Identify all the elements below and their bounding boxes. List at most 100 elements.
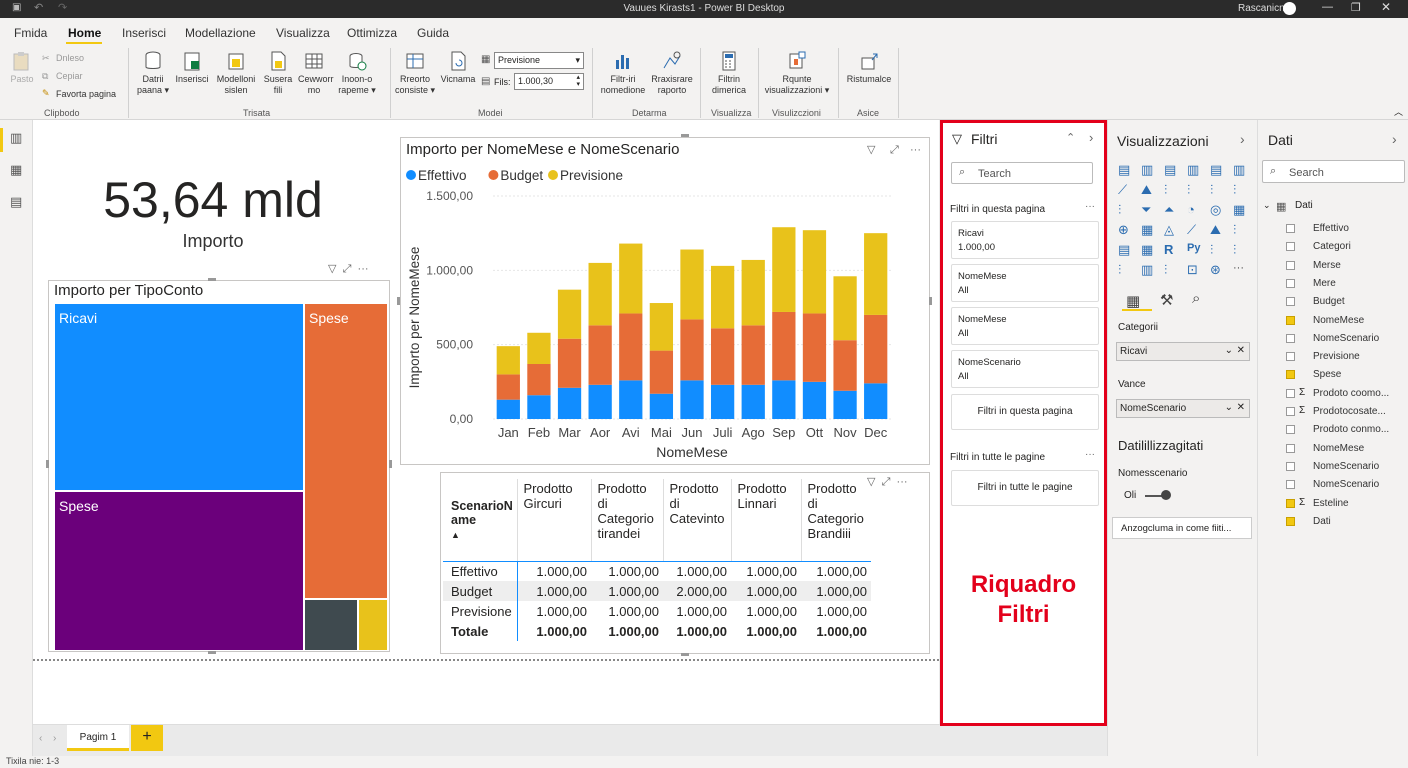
paste-button[interactable]: Pasto: [8, 50, 36, 85]
field-item[interactable]: NomeScenario: [1313, 461, 1379, 472]
field-checkbox[interactable]: [1286, 278, 1295, 288]
matrix-column-header[interactable]: Prodotto di Catevinto: [662, 479, 731, 562]
scenario-dropdown[interactable]: Previsione ▾: [494, 52, 584, 69]
resize-handle[interactable]: [46, 460, 49, 468]
visual-type-icon[interactable]: ⫶: [1164, 262, 1167, 278]
visual-type-icon[interactable]: ▦: [1141, 242, 1153, 258]
visual-type-icon[interactable]: ⫶: [1164, 182, 1167, 198]
report-canvas[interactable]: 53,64 mld Importo Importo per TipoConto …: [33, 120, 939, 724]
transform-data-button[interactable]: Rreorto consiste ▾: [394, 50, 436, 96]
visual-type-icon[interactable]: ⊛: [1210, 262, 1221, 278]
page-filter-drop-zone[interactable]: Filtri in questa pagina: [951, 394, 1099, 430]
filter-card[interactable]: NomeScenario All: [951, 350, 1099, 388]
tab-insert[interactable]: Inserisci: [122, 26, 166, 40]
field-checkbox[interactable]: [1286, 461, 1295, 471]
field-checkbox[interactable]: [1286, 242, 1295, 252]
sql-button[interactable]: Susera fili: [260, 50, 296, 96]
more-options-icon[interactable]: ···: [897, 476, 908, 488]
field-checkbox[interactable]: [1286, 315, 1295, 325]
field-checkbox[interactable]: [1286, 407, 1295, 416]
field-checkbox[interactable]: [1286, 388, 1295, 398]
values-field-pill[interactable]: NomeScenario ⌄ ✕: [1116, 399, 1250, 418]
refresh-button[interactable]: Vicnama: [440, 50, 476, 85]
resize-handle[interactable]: [389, 460, 392, 468]
fils-input[interactable]: 1.000,30 ▴ ▾: [514, 73, 584, 90]
excel-button[interactable]: Inserisci: [174, 50, 210, 85]
field-item[interactable]: NomeScenario: [1313, 333, 1379, 344]
field-checkbox[interactable]: [1286, 224, 1295, 233]
field-item[interactable]: NomeMese: [1313, 443, 1364, 454]
minimize-icon[interactable]: —: [1322, 1, 1333, 13]
field-checkbox[interactable]: [1286, 516, 1295, 526]
collapse-ribbon-icon[interactable]: ︿: [1394, 105, 1403, 118]
resize-handle[interactable]: [208, 278, 216, 281]
all-pages-filter-drop-zone[interactable]: Filtri in tutte le pagine: [951, 470, 1099, 506]
model-view-icon[interactable]: ▤: [10, 194, 22, 210]
get-data-button[interactable]: Datrii paana ▾: [136, 50, 170, 96]
field-checkbox[interactable]: [1286, 297, 1295, 307]
collapse-pane-icon[interactable]: ›: [1089, 130, 1093, 145]
categories-field-pill[interactable]: Ricavi ⌄ ✕: [1116, 342, 1250, 361]
visual-type-icon[interactable]: ⫶: [1233, 182, 1236, 198]
filter-icon[interactable]: ▽: [328, 263, 336, 275]
visual-type-icon[interactable]: ◎: [1210, 202, 1221, 218]
visual-type-icon[interactable]: ⟋: [1187, 222, 1196, 238]
field-item[interactable]: Effettivo: [1313, 223, 1349, 234]
more-options-icon[interactable]: ···: [1085, 449, 1095, 460]
visual-type-icon[interactable]: R: [1164, 242, 1173, 257]
treemap-tile[interactable]: Spese: [54, 491, 304, 651]
resize-handle[interactable]: [681, 653, 689, 656]
more-options-icon[interactable]: ···: [1085, 201, 1095, 212]
cut-button[interactable]: Dnleso: [56, 53, 84, 63]
publish-button[interactable]: Ristumalce: [842, 50, 896, 85]
visual-type-icon[interactable]: ⊕: [1118, 222, 1129, 238]
matrix-column-header[interactable]: Prodotto di Categorio Brandiii: [800, 479, 871, 562]
field-item[interactable]: Categori: [1313, 241, 1351, 252]
visual-type-icon[interactable]: ⊡: [1187, 262, 1198, 278]
analytics-magnifier-icon[interactable]: ⌕: [1192, 290, 1200, 307]
paint-roller-icon[interactable]: ⚒: [1160, 291, 1173, 309]
field-item[interactable]: Dati: [1313, 516, 1331, 527]
field-checkbox[interactable]: [1286, 443, 1295, 453]
page-tab[interactable]: Pagim 1: [67, 725, 129, 751]
matrix-column-header[interactable]: Prodotto Linnari: [730, 479, 801, 562]
maximize-icon[interactable]: ❐: [1351, 1, 1361, 14]
field-checkbox[interactable]: [1286, 480, 1295, 490]
visual-type-icon[interactable]: ▤: [1210, 162, 1222, 178]
visual-type-icon[interactable]: ▤: [1118, 242, 1130, 258]
visual-type-icon[interactable]: ⛰: [1210, 222, 1221, 238]
dax-query-button[interactable]: Filtrin dimerica: [706, 50, 752, 96]
close-icon[interactable]: ✕: [1381, 0, 1391, 14]
field-item[interactable]: Prodoto conmo...: [1313, 424, 1389, 435]
focus-mode-icon[interactable]: ⤢: [882, 476, 891, 488]
table-row[interactable]: Budget 1.000,00 1.000,00 2.000,00 1.000,…: [443, 581, 871, 601]
matrix-column-header[interactable]: Prodotto di Categorio tirandei: [590, 479, 663, 562]
visual-type-icon[interactable]: Py: [1187, 242, 1200, 254]
table-name[interactable]: Dati: [1295, 200, 1313, 211]
visual-type-icon[interactable]: ⫶: [1210, 182, 1213, 198]
prev-page-icon[interactable]: ‹: [39, 733, 42, 744]
collapse-pane-icon[interactable]: ›: [1240, 131, 1245, 147]
field-item[interactable]: Prodoto coomo...: [1313, 388, 1389, 399]
copy-button[interactable]: Cepiar: [56, 71, 83, 81]
matrix-corner-header[interactable]: ScenarioN ame ▲: [443, 479, 517, 562]
resize-handle[interactable]: [397, 297, 400, 305]
resize-handle[interactable]: [681, 134, 689, 137]
visual-type-icon[interactable]: ⫶: [1118, 202, 1121, 218]
visual-type-icon[interactable]: ▦: [1141, 222, 1153, 238]
tab-help[interactable]: Guida: [417, 26, 449, 40]
field-checkbox[interactable]: [1286, 370, 1295, 380]
filter-card[interactable]: NomeMese All: [951, 264, 1099, 302]
matrix-column-header[interactable]: Prodotto Gircuri: [516, 479, 591, 562]
field-item[interactable]: NomeMese: [1313, 315, 1364, 326]
visual-type-icon[interactable]: ⛰: [1141, 182, 1152, 198]
field-item[interactable]: Budget: [1313, 296, 1345, 307]
next-page-icon[interactable]: ›: [53, 733, 56, 744]
filter-card[interactable]: Ricavi 1.000,00: [951, 221, 1099, 259]
visual-type-icon[interactable]: ⏷: [1141, 202, 1151, 218]
field-checkbox[interactable]: [1286, 260, 1295, 270]
visual-type-icon[interactable]: ⏶: [1164, 202, 1174, 218]
tab-home[interactable]: Home: [68, 26, 101, 40]
table-row[interactable]: Previsione 1.000,00 1.000,00 1.000,00 1.…: [443, 601, 871, 621]
filter-card[interactable]: NomeMese All: [951, 307, 1099, 345]
